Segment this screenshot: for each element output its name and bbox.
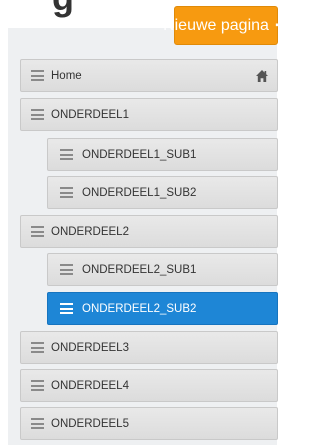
- drag-handle-icon[interactable]: [31, 109, 44, 120]
- page-heading-fragment: g: [52, 0, 74, 16]
- tree-item-onderdeel1-sub2[interactable]: ONDERDEEL1_SUB2: [47, 176, 278, 209]
- home-icon: [256, 69, 268, 82]
- tree-item-onderdeel2-sub1[interactable]: ONDERDEEL2_SUB1: [47, 253, 278, 286]
- tree-item-label: Home: [51, 69, 82, 82]
- tree-item-label: ONDERDEEL1: [51, 108, 129, 121]
- drag-handle-icon[interactable]: [31, 418, 44, 429]
- tree-item-onderdeel5[interactable]: ONDERDEEL5: [20, 407, 278, 440]
- tree-item-label: ONDERDEEL3: [51, 341, 129, 354]
- drag-handle-icon[interactable]: [60, 187, 73, 198]
- tree-item-onderdeel2-sub2[interactable]: ONDERDEEL2_SUB2: [47, 292, 278, 325]
- drag-handle-icon[interactable]: [31, 380, 44, 391]
- tree-item-label: ONDERDEEL2_SUB2: [82, 302, 197, 315]
- drag-handle-icon[interactable]: [60, 149, 73, 160]
- tree-item-label: ONDERDEEL2: [51, 225, 129, 238]
- plus-icon: +: [274, 11, 289, 39]
- new-page-label: Nieuwe pagina: [163, 16, 269, 34]
- tree-item-onderdeel2[interactable]: ONDERDEEL2: [20, 215, 278, 248]
- drag-handle-icon[interactable]: [31, 226, 44, 237]
- drag-handle-icon[interactable]: [60, 264, 73, 275]
- tree-item-onderdeel1-sub1[interactable]: ONDERDEEL1_SUB1: [47, 138, 278, 171]
- tree-item-home[interactable]: Home: [20, 59, 278, 92]
- drag-handle-icon[interactable]: [60, 303, 73, 314]
- tree-item-onderdeel3[interactable]: ONDERDEEL3: [20, 331, 278, 364]
- new-page-button[interactable]: Nieuwe pagina +: [163, 6, 289, 45]
- tree-item-label: ONDERDEEL5: [51, 417, 129, 430]
- tree-item-label: ONDERDEEL4: [51, 379, 129, 392]
- drag-handle-icon[interactable]: [31, 70, 44, 81]
- drag-handle-icon[interactable]: [31, 342, 44, 353]
- page-tree-panel: g Nieuwe pagina + Home ONDERDEEL1 ONDERD…: [0, 0, 289, 445]
- tree-item-onderdeel1[interactable]: ONDERDEEL1: [20, 98, 278, 131]
- tree-item-onderdeel4[interactable]: ONDERDEEL4: [20, 369, 278, 402]
- tree-item-label: ONDERDEEL2_SUB1: [82, 263, 197, 276]
- tree-item-label: ONDERDEEL1_SUB2: [82, 186, 197, 199]
- tree-item-label: ONDERDEEL1_SUB1: [82, 148, 197, 161]
